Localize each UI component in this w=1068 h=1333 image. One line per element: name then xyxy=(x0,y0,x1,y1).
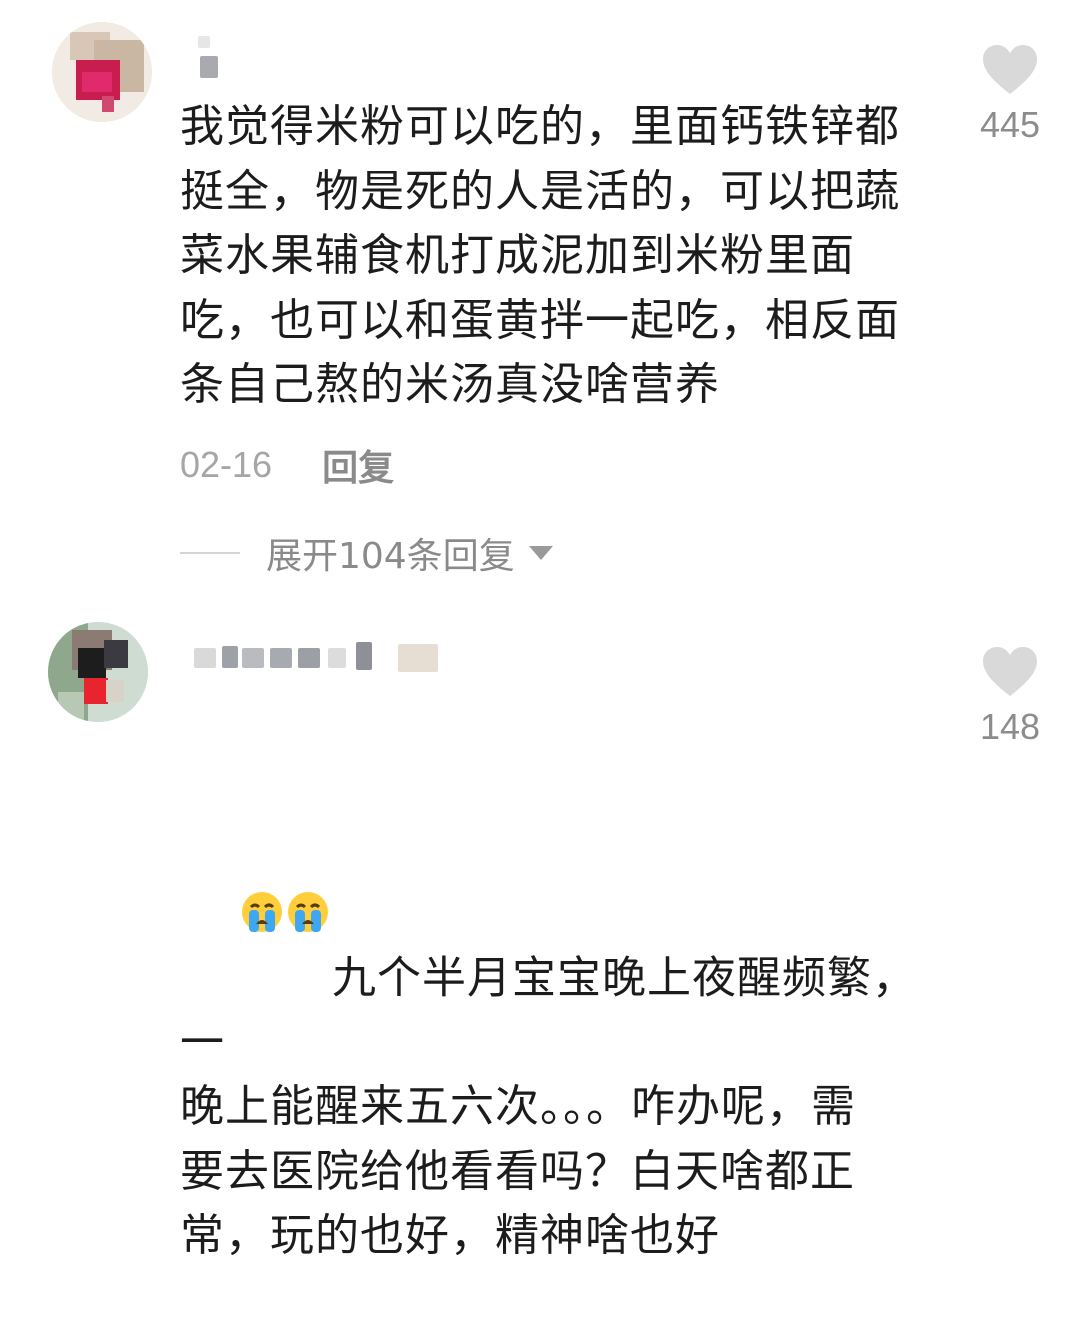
reply-button[interactable]: 回复 xyxy=(322,439,394,491)
avatar-image xyxy=(52,22,152,122)
heart-icon xyxy=(983,45,1037,94)
comment-text: 我觉得米粉可以吃的，里面钙铁锌都 挺全，物是死的人是活的，可以把蔬 菜水果辅食机… xyxy=(180,101,900,410)
avatar-image xyxy=(48,622,148,722)
like-count: 148 xyxy=(979,706,1041,747)
like-count: 445 xyxy=(979,104,1041,145)
chevron-down-icon xyxy=(528,546,553,560)
heart-icon xyxy=(983,647,1037,696)
comment-meta: 02-16 回复 xyxy=(180,438,394,492)
expand-replies-label: 展开104条回复 xyxy=(266,536,515,577)
crying-face-icon xyxy=(240,759,284,932)
like-button[interactable]: 148 xyxy=(965,646,1055,748)
username-blurred[interactable] xyxy=(180,638,440,678)
avatar[interactable] xyxy=(52,22,152,122)
comment-text: 九个半月宝宝晚上夜醒频繁，一 晚上能醒来五六次。。。咋办呢，需 要去医院给他看看… xyxy=(180,694,920,1333)
crying-face-icon xyxy=(286,759,330,932)
username-blurred[interactable] xyxy=(180,36,240,78)
like-button[interactable]: 445 xyxy=(965,44,1055,146)
divider-line xyxy=(180,552,240,554)
comment-text-body: 九个半月宝宝晚上夜醒频繁，一 晚上能醒来五六次。。。咋办呢，需 要去医院给他看看… xyxy=(180,952,917,1261)
avatar[interactable] xyxy=(48,622,148,722)
comment-date: 02-16 xyxy=(180,444,273,485)
expand-replies-button[interactable]: 展开104条回复 xyxy=(180,526,553,580)
